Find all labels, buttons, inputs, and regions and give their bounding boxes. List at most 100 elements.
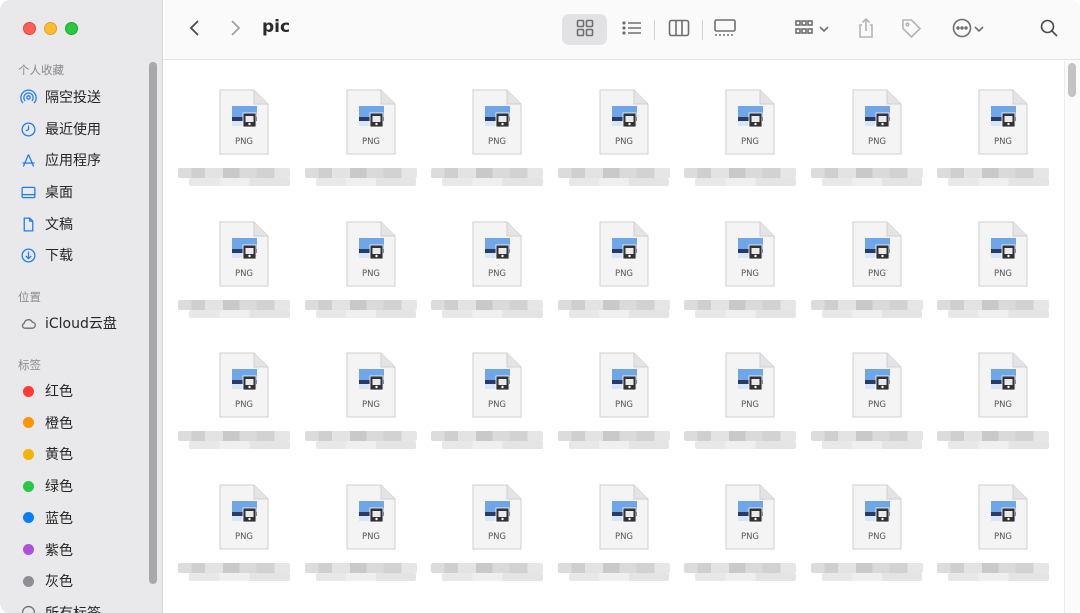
file-item[interactable]: PNG (935, 484, 1062, 613)
sidebar-item-label: 最近使用 (45, 122, 101, 138)
file-name-redacted (431, 562, 543, 582)
file-item[interactable]: PNG (809, 352, 936, 484)
sidebar-item-tag[interactable]: 红色 (19, 379, 73, 403)
sidebar-item-label: 红色 (45, 384, 73, 400)
sidebar-item-airdrop[interactable]: 隔空投送 (19, 85, 101, 109)
svg-text:PNG: PNG (867, 532, 885, 542)
sidebar-item-tag[interactable]: 所有标签 (19, 601, 101, 613)
sidebar-item-tag[interactable]: 橙色 (19, 411, 73, 435)
file-item[interactable]: PNG (809, 484, 936, 613)
file-item[interactable]: PNG (556, 89, 683, 221)
sidebar-item-label: 紫色 (45, 542, 73, 559)
png-file-icon: PNG (978, 352, 1028, 418)
sidebar-item-downloads[interactable]: 下载 (19, 243, 73, 267)
list-view-button[interactable] (609, 14, 654, 45)
file-item[interactable]: PNG (682, 89, 809, 221)
sidebar-item-icloud[interactable]: iCloud云盘 (19, 311, 117, 335)
png-file-icon: PNG (978, 221, 1028, 287)
column-view-button[interactable] (656, 14, 701, 45)
file-item[interactable]: PNG (429, 221, 556, 353)
file-item[interactable]: PNG (176, 221, 303, 353)
file-item[interactable]: PNG (556, 221, 683, 353)
close-button[interactable] (23, 22, 36, 35)
file-item[interactable]: PNG (935, 221, 1062, 353)
png-file-icon: PNG (725, 484, 775, 550)
file-item[interactable]: PNG (682, 221, 809, 353)
file-item[interactable]: PNG (429, 352, 556, 484)
sidebar-scrollbar[interactable] (149, 62, 157, 584)
favorites-section-title: 个人收藏 (18, 63, 64, 77)
group-icon (794, 18, 818, 42)
file-item[interactable]: PNG (682, 484, 809, 613)
sidebar-item-tag[interactable]: 紫色 (19, 538, 73, 562)
file-item[interactable]: PNG (809, 89, 936, 221)
file-item[interactable]: PNG (176, 352, 303, 484)
search-button[interactable] (1034, 14, 1064, 45)
tag-button[interactable] (897, 14, 925, 45)
forward-button[interactable] (222, 14, 248, 45)
file-item[interactable]: PNG (303, 484, 430, 613)
file-item[interactable]: PNG (682, 352, 809, 484)
svg-text:PNG: PNG (361, 400, 379, 410)
svg-text:PNG: PNG (235, 269, 253, 279)
file-item[interactable]: PNG (556, 352, 683, 484)
zoom-button[interactable] (65, 22, 78, 35)
file-item[interactable]: PNG (809, 221, 936, 353)
sidebar-item-documents[interactable]: 文稿 (19, 212, 73, 236)
file-item[interactable]: PNG (176, 89, 303, 221)
sidebar-item-recents[interactable]: 最近使用 (19, 117, 101, 141)
file-item[interactable]: PNG (303, 352, 430, 484)
sidebar-item-tag[interactable]: 灰色 (19, 569, 73, 593)
content-scrollbar[interactable] (1068, 63, 1076, 97)
window-controls (23, 22, 78, 35)
file-item[interactable]: PNG (176, 484, 303, 613)
tag-color-dot (23, 480, 34, 492)
download-icon (19, 246, 37, 264)
file-item[interactable]: PNG (429, 484, 556, 613)
sidebar-item-applications[interactable]: 应用程序 (19, 148, 101, 172)
svg-text:PNG: PNG (361, 269, 379, 279)
sidebar-item-label: 灰色 (45, 574, 73, 591)
file-item[interactable]: PNG (556, 484, 683, 613)
document-icon (19, 215, 37, 233)
share-button[interactable] (852, 14, 880, 45)
file-name-redacted (937, 562, 1049, 582)
sidebar-item-label: 应用程序 (45, 153, 101, 169)
gallery-view-button[interactable] (702, 14, 747, 45)
file-item[interactable]: PNG (935, 89, 1062, 221)
minimize-button[interactable] (44, 22, 57, 35)
file-name-redacted (684, 431, 796, 450)
png-file-icon: PNG (219, 221, 269, 287)
png-file-icon: PNG (346, 221, 396, 287)
chevron-down-icon (973, 20, 985, 39)
file-name-redacted (431, 299, 543, 319)
sidebar-item-tag[interactable]: 绿色 (19, 474, 73, 498)
tag-color-dot (23, 575, 34, 587)
svg-text:PNG: PNG (867, 400, 885, 410)
png-file-icon: PNG (599, 221, 649, 287)
tag-color-dot (23, 417, 34, 429)
sidebar-item-desktop[interactable]: 桌面 (19, 180, 73, 204)
icon-view-button[interactable] (562, 14, 607, 45)
more-actions-button[interactable] (946, 14, 990, 45)
file-item[interactable]: PNG (429, 89, 556, 221)
share-icon (856, 17, 876, 43)
sidebar-item-tag[interactable]: 蓝色 (19, 506, 73, 530)
file-name-redacted (431, 168, 543, 187)
file-item[interactable]: PNG (303, 221, 430, 353)
back-button[interactable] (182, 14, 208, 45)
png-file-icon: PNG (219, 484, 269, 550)
tag-color-dot (23, 512, 34, 524)
sidebar-item-label: 下载 (45, 248, 73, 264)
svg-text:PNG: PNG (994, 269, 1012, 279)
file-name-redacted (557, 168, 670, 187)
png-file-icon: PNG (472, 89, 522, 155)
sidebar-item-tag[interactable]: 黄色 (19, 442, 73, 466)
file-item[interactable]: PNG (935, 352, 1062, 484)
file-name-redacted (431, 431, 543, 450)
group-by-button[interactable] (790, 14, 834, 45)
png-file-icon: PNG (725, 221, 775, 287)
tag-color-dot (23, 544, 34, 555)
svg-text:PNG: PNG (867, 269, 885, 279)
file-item[interactable]: PNG (303, 89, 430, 221)
